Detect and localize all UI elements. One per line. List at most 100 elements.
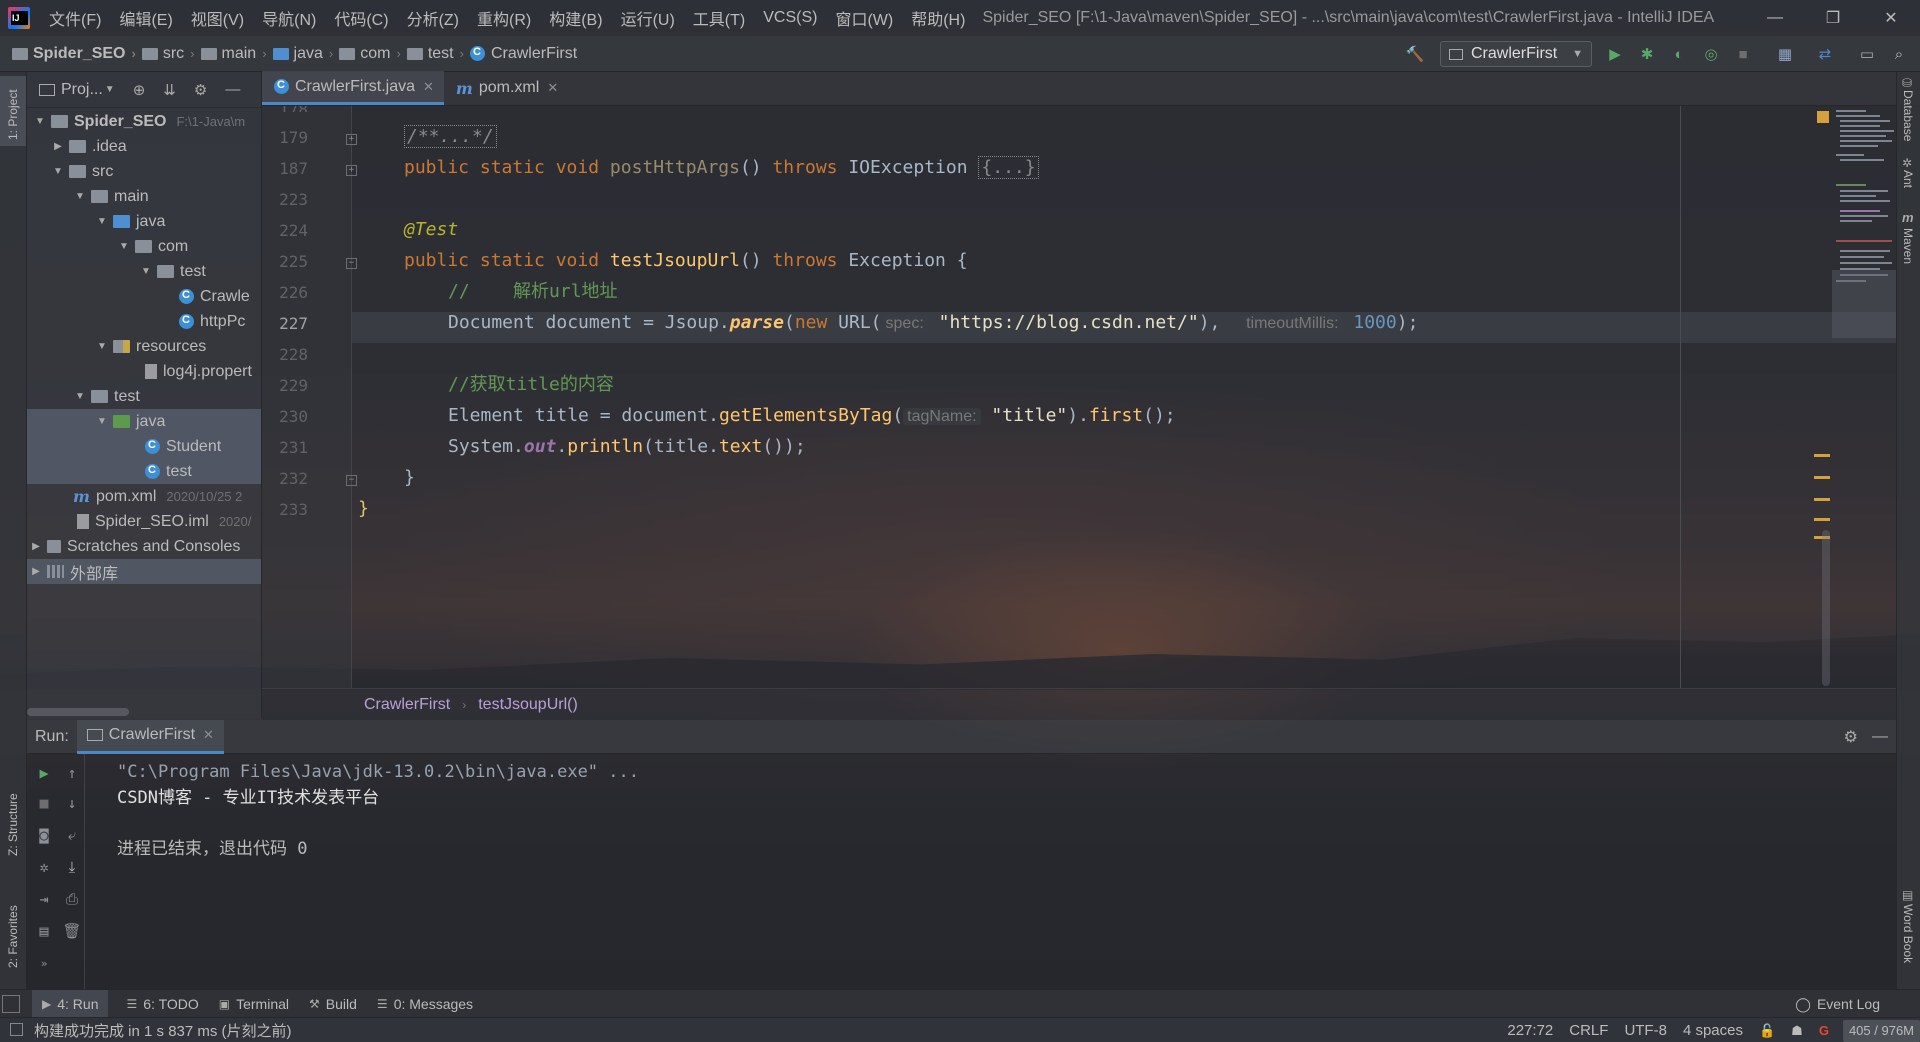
menu-help[interactable]: 帮助(H) [902, 6, 974, 30]
menu-run[interactable]: 运行(U) [612, 6, 684, 30]
lock-icon[interactable]: 🔓 [1759, 1023, 1775, 1039]
status-message[interactable]: 构建成功完成 in 1 s 837 ms (片刻之前) [34, 1020, 292, 1041]
rerun-icon[interactable]: ▶ [35, 764, 53, 782]
stop-icon[interactable]: ■ [35, 794, 53, 812]
collapse-all-icon[interactable]: ⇊ [163, 81, 176, 99]
menu-window[interactable]: 窗口(W) [826, 6, 902, 30]
caret-position[interactable]: 227:72 [1507, 1022, 1553, 1039]
nav-crumb-project[interactable]: Spider_SEO › [12, 45, 142, 63]
menu-build[interactable]: 构建(B) [540, 6, 611, 30]
trash-icon[interactable]: 🗑 [62, 922, 81, 940]
menu-file[interactable]: 文件(F) [40, 6, 110, 30]
minimize-button[interactable]: — [1746, 0, 1804, 36]
fold-toggle-icon[interactable]: + [346, 134, 357, 145]
tree-item-crawlerfirst[interactable]: Crawle [27, 284, 261, 309]
run-tab-crawlerfirst[interactable]: CrawlerFirst ✕ [76, 719, 224, 754]
menu-code[interactable]: 代码(C) [325, 6, 397, 30]
ant-tool-button[interactable]: Ant [1897, 168, 1920, 198]
tree-item-iml[interactable]: Spider_SEO.iml 2020/ [27, 509, 261, 534]
presentation-icon[interactable]: ▭ [1858, 45, 1876, 63]
fold-toggle-icon[interactable]: − [346, 258, 357, 269]
close-tab-icon[interactable]: ✕ [423, 79, 434, 95]
debug-icon[interactable]: ✱ [1638, 45, 1656, 63]
breadcrumb-method[interactable]: testJsoupUrl() [478, 696, 578, 714]
tab-pom[interactable]: m pom.xml ✕ [444, 71, 568, 105]
tree-item-main[interactable]: ▼ main [27, 184, 261, 209]
locate-icon[interactable]: ⊕ [133, 81, 146, 99]
gear-icon[interactable]: ⚙ [1844, 727, 1858, 747]
file-encoding[interactable]: UTF-8 [1624, 1022, 1667, 1039]
menu-refactor[interactable]: 重构(R) [468, 6, 540, 30]
tree-item-scratches[interactable]: ▶ Scratches and Consoles [27, 534, 261, 559]
search-icon[interactable]: ⌕ [1890, 45, 1908, 63]
run-console[interactable]: ▶ ↑ ■ ↓ ◙ ⤶ ✲ ⤓ ⇥ ⎙ ▤ 🗑 » "C:\Program Fi… [27, 754, 1896, 989]
nav-crumb-src[interactable]: src › [141, 45, 201, 63]
toggle-tool-windows-icon[interactable] [2, 994, 20, 1013]
code-editor[interactable]: 178 179 187 223 224 225 226 227 228 229 … [262, 106, 1896, 688]
maven-tool-button[interactable]: Maven [1897, 226, 1920, 276]
hide-panel-icon[interactable]: — [1872, 728, 1888, 746]
nav-crumb-file[interactable]: CrawlerFirst [469, 45, 577, 63]
exit-icon[interactable]: ⇥ [35, 890, 53, 908]
event-log-button[interactable]: ◯ Event Log [1795, 990, 1880, 1018]
tree-item-log4j[interactable]: log4j.propert [27, 359, 261, 384]
run-icon[interactable]: ▶ [1606, 45, 1624, 63]
memory-indicator[interactable]: 405 / 976M [1842, 1019, 1920, 1042]
print-icon[interactable]: ⎙ [63, 890, 81, 908]
scroll-to-end-icon[interactable]: ⤓ [63, 858, 81, 876]
close-tab-icon[interactable]: ✕ [547, 80, 558, 96]
camera-icon[interactable]: ◙ [35, 826, 53, 844]
menu-navigate[interactable]: 导航(N) [253, 6, 325, 30]
breadcrumb-class[interactable]: CrawlerFirst [364, 696, 450, 714]
tree-item-idea[interactable]: ▶ .idea [27, 134, 261, 159]
tree-item-test-java[interactable]: ▼ java [27, 409, 261, 434]
tree-item-pom[interactable]: m pom.xml 2020/10/25 2 [27, 484, 261, 509]
horizontal-scrollbar[interactable] [27, 708, 129, 716]
menu-edit[interactable]: 编辑(E) [110, 6, 181, 30]
tree-item-httppost[interactable]: httpPc [27, 309, 261, 334]
project-view-selector[interactable]: Proj... [61, 81, 103, 99]
more-icon[interactable]: » [35, 954, 53, 972]
tree-item-test-class[interactable]: test [27, 459, 261, 484]
tool-terminal[interactable]: ▣ Terminal [209, 990, 299, 1018]
google-icon[interactable]: G [1819, 1023, 1829, 1038]
hide-panel-icon[interactable]: — [225, 81, 240, 98]
down-arrow-icon[interactable]: ↓ [63, 794, 81, 812]
nav-crumb-main[interactable]: main › [200, 45, 273, 63]
tree-item-main-java[interactable]: ▼ java [27, 209, 261, 234]
tree-item-test-folder[interactable]: ▼ test [27, 384, 261, 409]
database-tool-button[interactable]: Database [1897, 88, 1920, 158]
tree-item-student[interactable]: Student [27, 434, 261, 459]
menu-vcs[interactable]: VCS(S) [754, 9, 826, 27]
run-configuration-select[interactable]: CrawlerFirst ▼ [1440, 41, 1592, 67]
structure-tool-button[interactable]: Z: Structure [0, 762, 26, 862]
nav-crumb-com[interactable]: com › [339, 45, 407, 63]
build-hammer-icon[interactable]: 🔨 [1406, 45, 1425, 63]
soft-wrap-icon[interactable]: ⤶ [63, 826, 81, 844]
tree-item-external-libraries[interactable]: ▶ 外部库 [27, 559, 261, 584]
layout-icon[interactable]: ▤ [35, 922, 53, 940]
nav-crumb-test[interactable]: test › [406, 45, 470, 63]
close-window-button[interactable]: ✕ [1862, 0, 1920, 36]
tool-messages[interactable]: ☰ 0: Messages [367, 990, 483, 1018]
profile-icon[interactable]: ◎ [1702, 45, 1720, 63]
menu-tools[interactable]: 工具(T) [684, 6, 754, 30]
vertical-scrollbar[interactable] [1822, 530, 1830, 686]
line-separator[interactable]: CRLF [1569, 1022, 1608, 1039]
tool-build[interactable]: ⚒ Build [299, 990, 367, 1018]
restore-button[interactable]: ❐ [1804, 0, 1862, 36]
coverage-icon[interactable]: ◐ [1670, 45, 1688, 63]
menu-analyze[interactable]: 分析(Z) [398, 6, 468, 30]
code-minimap[interactable] [1832, 110, 1896, 340]
tree-item-test-package[interactable]: ▼ test [27, 259, 261, 284]
fold-toggle-icon[interactable]: − [346, 475, 357, 486]
tree-item-com[interactable]: ▼ com [27, 234, 261, 259]
status-toggle-icon[interactable] [10, 1023, 23, 1036]
stop-icon[interactable]: ■ [1734, 45, 1752, 63]
up-arrow-icon[interactable]: ↑ [63, 764, 81, 782]
warning-indicator-icon[interactable] [1817, 111, 1829, 123]
fold-toggle-icon[interactable]: + [346, 165, 357, 176]
inspector-icon[interactable]: ☗ [1791, 1023, 1803, 1039]
tool-todo[interactable]: ☰ 6: TODO [116, 990, 208, 1018]
tab-crawlerfirst[interactable]: CrawlerFirst.java ✕ [262, 71, 444, 105]
